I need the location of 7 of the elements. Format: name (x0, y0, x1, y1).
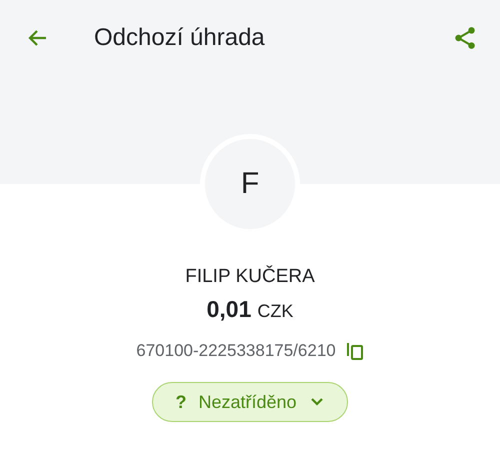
payee-name: FILIP KUČERA (185, 266, 315, 288)
account-number: 670100-2225338175/6210 (136, 341, 336, 361)
screen-title: Odchozí úhrada (94, 24, 266, 52)
copy-icon[interactable] (346, 341, 364, 361)
amount: 0,01 (206, 296, 252, 323)
currency: CZK (257, 301, 294, 322)
category-dropdown[interactable]: ? Nezatříděno (152, 382, 348, 422)
